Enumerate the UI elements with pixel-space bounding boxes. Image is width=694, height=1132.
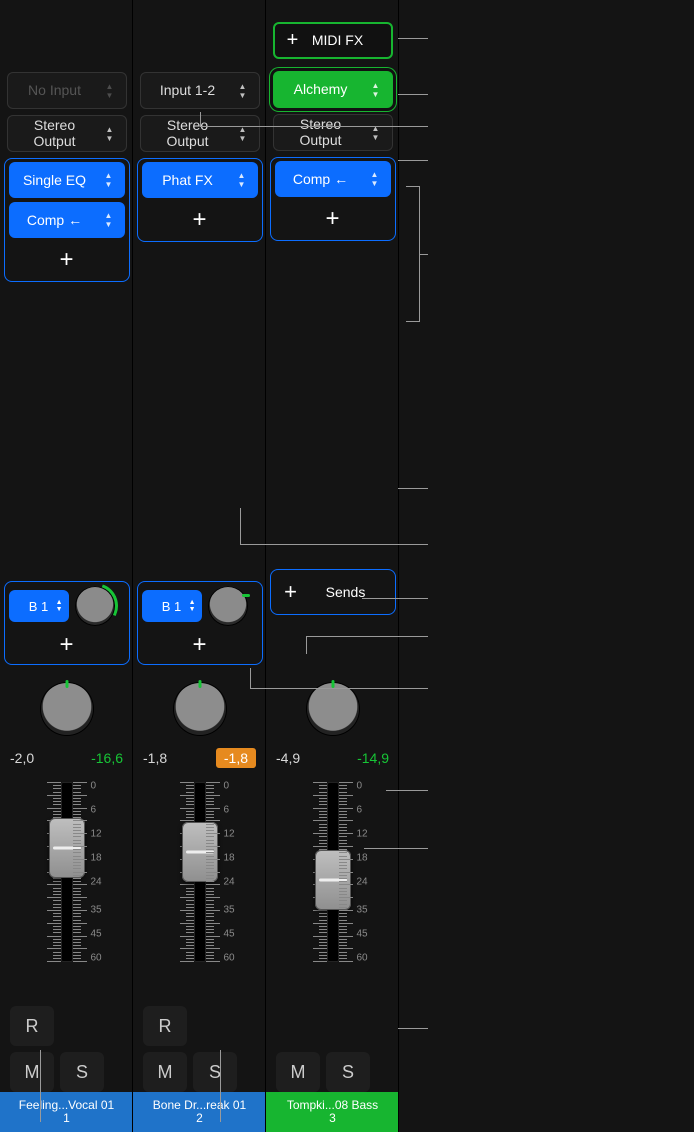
peak-value: -16,6: [91, 750, 123, 766]
channel-name[interactable]: Bone Dr...reak 01 2: [133, 1092, 266, 1132]
fader[interactable]: 0 6 12 18 24 35 45 60: [0, 782, 133, 972]
output-label: Stereo Output: [8, 118, 102, 149]
midi-fx-slot[interactable]: + MIDI FX: [273, 22, 393, 59]
add-send-button[interactable]: +: [52, 630, 82, 660]
channel-name[interactable]: Feeling...Vocal 01 1: [0, 1092, 133, 1132]
fx-label: Comp ←: [9, 212, 101, 228]
updown-icon: [367, 170, 383, 188]
fx-slot[interactable]: Comp ←: [9, 202, 125, 238]
solo-button[interactable]: S: [326, 1052, 370, 1092]
channel-name[interactable]: Tompki...08 Bass 3: [266, 1092, 399, 1132]
fader-value: -1,8: [143, 750, 167, 766]
updown-icon: [235, 125, 251, 143]
updown-icon: [102, 125, 118, 143]
plus-icon: +: [318, 204, 348, 234]
fader[interactable]: 0 6 12 18 24 35 45 60: [266, 782, 399, 972]
sends-group: B 1 +: [137, 581, 263, 665]
record-enable-button[interactable]: R: [10, 1006, 54, 1046]
input-label: No Input: [8, 83, 102, 98]
channel-strip-2: Input 1-2 Stereo Output Phat FX + B 1: [133, 0, 266, 1132]
peak-value: -14,9: [357, 750, 389, 766]
plus-icon: +: [271, 579, 311, 605]
output-slot[interactable]: Stereo Output: [273, 114, 393, 151]
plus-icon: +: [283, 29, 303, 52]
output-label: Stereo Output: [141, 118, 235, 149]
mute-button[interactable]: M: [143, 1052, 187, 1092]
solo-button[interactable]: S: [60, 1052, 104, 1092]
peak-value: -1,8: [216, 748, 256, 768]
pan-knob[interactable]: [307, 683, 359, 735]
solo-button[interactable]: S: [193, 1052, 237, 1092]
send-level-knob[interactable]: [75, 586, 115, 626]
fx-slot[interactable]: Phat FX: [142, 162, 258, 198]
updown-icon: [56, 599, 63, 613]
channel-strip-1: No Input Stereo Output Single EQ Comp ← …: [0, 0, 133, 1132]
updown-icon: [368, 124, 384, 142]
add-send-button[interactable]: +: [185, 630, 215, 660]
level-readout: -1,8 -1,8: [133, 744, 266, 772]
mixer: No Input Stereo Output Single EQ Comp ← …: [0, 0, 400, 1132]
fx-group: Phat FX +: [137, 158, 263, 242]
level-readout: -2,0 -16,6: [0, 744, 133, 772]
add-fx-button[interactable]: +: [9, 242, 125, 278]
callout-lines: [398, 0, 694, 1132]
send-level-knob[interactable]: [208, 586, 248, 626]
send-label: B 1: [162, 599, 182, 614]
record-enable-button[interactable]: R: [143, 1006, 187, 1046]
fx-slot[interactable]: Single EQ: [9, 162, 125, 198]
mute-button[interactable]: M: [276, 1052, 320, 1092]
updown-icon: [368, 81, 384, 99]
fx-slot[interactable]: Comp ←: [275, 161, 391, 197]
sends-slot[interactable]: + Sends: [270, 569, 396, 615]
pan-knob[interactable]: [41, 683, 93, 735]
ruler: 0 6 12 18 24 35 45 60: [73, 782, 103, 962]
mute-button[interactable]: M: [10, 1052, 54, 1092]
fader-value: -2,0: [10, 750, 34, 766]
fader-value: -4,9: [276, 750, 300, 766]
pan-knob[interactable]: [174, 683, 226, 735]
updown-icon: [234, 171, 250, 189]
fx-label: Single EQ: [9, 172, 101, 188]
input-slot[interactable]: No Input: [7, 72, 127, 109]
updown-icon: [102, 82, 118, 100]
output-label: Stereo Output: [274, 117, 368, 148]
fx-group: Comp ← +: [270, 157, 396, 241]
plus-icon: +: [185, 205, 215, 235]
fx-label: Phat FX: [142, 172, 234, 188]
updown-icon: [101, 171, 117, 189]
sends-group: B 1 +: [4, 581, 130, 665]
instrument-slot[interactable]: Alchemy: [273, 71, 393, 108]
send-label: B 1: [29, 599, 49, 614]
updown-icon: [101, 211, 117, 229]
instrument-label: Alchemy: [274, 82, 368, 97]
plus-icon: +: [52, 245, 82, 275]
input-label: Input 1-2: [141, 83, 235, 98]
callout-line: [220, 1050, 221, 1122]
sends-label: Sends: [311, 584, 395, 600]
updown-icon: [189, 599, 196, 613]
fx-group: Single EQ Comp ← +: [4, 158, 130, 282]
send-slot[interactable]: B 1: [9, 590, 69, 622]
level-readout: -4,9 -14,9: [266, 744, 399, 772]
add-fx-button[interactable]: +: [275, 201, 391, 237]
updown-icon: [235, 82, 251, 100]
add-fx-button[interactable]: +: [142, 202, 258, 238]
output-slot[interactable]: Stereo Output: [7, 115, 127, 152]
fx-label: Comp ←: [275, 171, 367, 187]
midi-fx-label: MIDI FX: [303, 33, 391, 48]
callout-line: [40, 1050, 41, 1122]
ruler: 0 6 12 18 24 35 45 60: [206, 782, 236, 962]
ruler: 0 6 12 18 24 35 45 60: [339, 782, 369, 962]
output-slot[interactable]: Stereo Output: [140, 115, 260, 152]
input-slot[interactable]: Input 1-2: [140, 72, 260, 109]
send-slot[interactable]: B 1: [142, 590, 202, 622]
fader[interactable]: 0 6 12 18 24 35 45 60: [133, 782, 266, 972]
channel-strip-3: + MIDI FX Alchemy Stereo Output Comp ← +…: [266, 0, 399, 1132]
